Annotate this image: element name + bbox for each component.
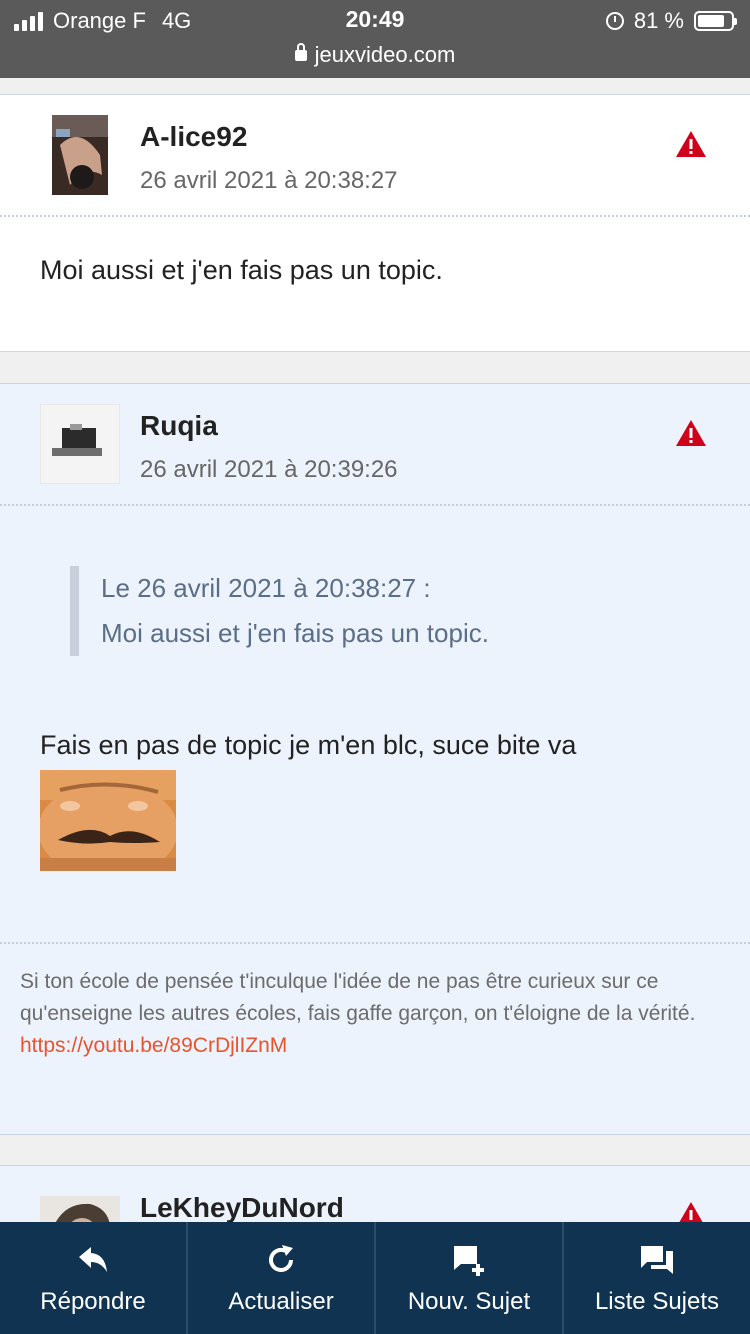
signature-text: Si ton école de pensée t'inculque l'idée… <box>20 970 696 1025</box>
battery-icon <box>694 11 737 31</box>
report-warning-icon[interactable] <box>674 418 708 448</box>
refresh-label: Actualiser <box>228 1288 334 1315</box>
battery-percent: 81 % <box>633 8 684 33</box>
message-post: LeKheyDuNord <box>0 1165 750 1222</box>
url-text: jeuxvideo.com <box>314 42 456 67</box>
refresh-icon <box>269 1245 293 1272</box>
alarm-icon <box>605 12 624 30</box>
status-bar: Orange F 4G 20:49 81 % jeuxvideo.com <box>0 0 750 78</box>
post-date: 26 avril 2021 à 20:39:26 <box>140 456 398 483</box>
quote-block: Le 26 avril 2021 à 20:38:27 : Moi aussi … <box>70 566 690 656</box>
message-text: Fais en pas de topic je m'en blc, suce b… <box>40 730 577 760</box>
message-list[interactable]: A-lice92 26 avril 2021 à 20:38:27 Moi au… <box>0 78 750 1222</box>
quote-text: Moi aussi et j'en fais pas un topic. <box>101 618 489 648</box>
new-topic-icon <box>454 1246 484 1276</box>
bottom-toolbar: Répondre Actualiser Nouv. Sujet Liste Su… <box>0 1222 750 1334</box>
message-post: A-lice92 26 avril 2021 à 20:38:27 Moi au… <box>0 94 750 352</box>
topic-list-button[interactable]: Liste Sujets <box>564 1222 750 1334</box>
message-text: Moi aussi et j'en fais pas un topic. <box>40 255 443 285</box>
author-name[interactable]: Ruqia <box>140 410 218 442</box>
signature: Si ton école de pensée t'inculque l'idée… <box>20 966 730 1062</box>
new-topic-button[interactable]: Nouv. Sujet <box>376 1222 564 1334</box>
divider <box>0 504 750 506</box>
address-bar[interactable]: jeuxvideo.com <box>0 42 750 68</box>
signature-link[interactable]: https://youtu.be/89CrDjlIZnM <box>20 1034 287 1057</box>
lock-icon <box>294 43 307 61</box>
divider <box>0 215 750 217</box>
reply-button[interactable]: Répondre <box>0 1222 188 1334</box>
new-topic-label: Nouv. Sujet <box>407 1288 531 1315</box>
avatar[interactable] <box>40 115 120 195</box>
quote-header: Le 26 avril 2021 à 20:38:27 : <box>101 573 431 603</box>
post-date: 26 avril 2021 à 20:38:27 <box>140 167 398 194</box>
report-warning-icon[interactable] <box>674 1200 708 1222</box>
avatar[interactable] <box>40 1196 120 1222</box>
divider <box>0 942 750 944</box>
refresh-button[interactable]: Actualiser <box>188 1222 376 1334</box>
reply-label: Répondre <box>40 1288 146 1315</box>
topic-list-label: Liste Sujets <box>594 1288 720 1315</box>
report-warning-icon[interactable] <box>674 129 708 159</box>
author-name[interactable]: LeKheyDuNord <box>140 1192 344 1222</box>
sticker-image[interactable] <box>38 770 178 878</box>
message-post: Ruqia 26 avril 2021 à 20:39:26 Le 26 avr… <box>0 383 750 1135</box>
topic-list-icon <box>641 1246 673 1274</box>
avatar[interactable] <box>39 403 121 485</box>
author-name[interactable]: A-lice92 <box>140 121 247 153</box>
reply-icon <box>79 1247 107 1272</box>
